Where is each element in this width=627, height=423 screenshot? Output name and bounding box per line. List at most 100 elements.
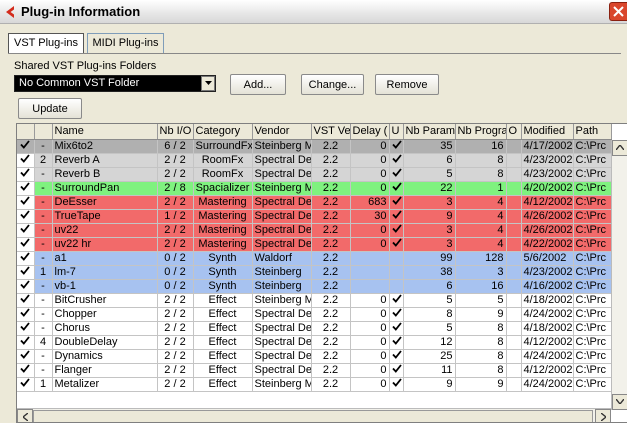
plugin-row[interactable]: -uv222 / 2MasteringSpectral Desig2.20344… [17, 223, 612, 238]
io-cell: 2 / 2 [157, 321, 194, 336]
check-icon [20, 140, 30, 152]
vendor-cell: Steinberg [252, 279, 312, 294]
check-icon [391, 350, 402, 362]
plugin-row[interactable]: -Chopper2 / 2EffectSpectral Desig2.20894… [17, 307, 612, 322]
horizontal-scrollbar[interactable] [17, 408, 611, 422]
category-cell: Effect [193, 321, 253, 336]
close-button[interactable] [609, 2, 627, 21]
category-cell: RoomFx [193, 153, 253, 168]
vertical-scrollbar[interactable] [611, 140, 627, 410]
enable-checkbox[interactable] [17, 237, 35, 252]
enable-checkbox[interactable] [17, 279, 35, 294]
plugin-row[interactable]: -BitCrusher2 / 2EffectSteinberg Med2.205… [17, 293, 612, 308]
enable-checkbox[interactable] [17, 293, 35, 308]
column-header[interactable]: Category [193, 124, 253, 140]
path-cell: C:\Prc [573, 153, 612, 168]
scroll-right-icon[interactable] [595, 409, 611, 422]
column-header[interactable]: O [506, 124, 522, 140]
column-header[interactable]: VST Ve [311, 124, 351, 140]
plugin-row[interactable]: -Reverb B2 / 2RoomFxSpectral Desig2.2058… [17, 167, 612, 182]
enable-checkbox[interactable] [17, 335, 35, 350]
tab-vst-plugins[interactable]: VST Plug-ins [8, 33, 84, 54]
plugin-row[interactable]: -Dynamics2 / 2EffectSpectral Desig2.20 25… [17, 349, 612, 364]
instance-count-cell: - [34, 237, 53, 252]
io-cell: 2 / 2 [157, 237, 194, 252]
io-cell: 2 / 2 [157, 293, 194, 308]
enable-checkbox[interactable] [17, 349, 35, 364]
enable-checkbox[interactable] [17, 167, 35, 182]
check-icon [391, 224, 402, 236]
column-header[interactable] [34, 124, 53, 140]
plugin-row[interactable]: -TrueTape1 / 2MasteringSpectral Desig2.2… [17, 209, 612, 224]
category-cell: Effect [193, 377, 253, 392]
enable-checkbox[interactable] [17, 153, 35, 168]
programs-cell: 8 [455, 321, 507, 336]
vst-version-cell: 2.2 [311, 265, 351, 280]
programs-cell: 4 [455, 209, 507, 224]
column-header[interactable]: Modified [521, 124, 574, 140]
scroll-up-icon[interactable] [612, 140, 627, 156]
plugin-row[interactable]: -Chorus2 / 2EffectSpectral Desig2.2058 4/… [17, 321, 612, 336]
column-header[interactable]: Delay ( [350, 124, 390, 140]
enable-checkbox[interactable] [17, 251, 35, 266]
column-header[interactable]: Name [52, 124, 158, 140]
u-cell [389, 335, 404, 350]
instance-count-cell: - [34, 321, 53, 336]
column-header[interactable]: Nb I/O [157, 124, 194, 140]
enable-checkbox[interactable] [17, 307, 35, 322]
enable-checkbox[interactable] [17, 139, 35, 154]
column-header[interactable]: Nb Params [403, 124, 456, 140]
o-cell [506, 335, 522, 350]
add-button[interactable]: Add... [230, 74, 286, 95]
plugin-row[interactable]: 2Reverb A2 / 2RoomFxSpectral Desig2.2068… [17, 153, 612, 168]
plugin-row[interactable]: 4DoubleDelay2 / 2EffectSpectral Desig2.2… [17, 335, 612, 350]
change-button[interactable]: Change... [301, 74, 364, 95]
enable-checkbox[interactable] [17, 363, 35, 378]
instance-count-cell: - [34, 349, 53, 364]
tab-midi-plugins[interactable]: MIDI Plug-ins [87, 33, 164, 53]
modified-cell: 4/18/2002 [521, 321, 574, 336]
column-header[interactable]: Nb Progra [455, 124, 507, 140]
programs-cell: 5 [455, 293, 507, 308]
column-header[interactable]: U [389, 124, 404, 140]
plugin-row[interactable]: -Flanger2 / 2EffectSpectral Desig2.20 118… [17, 363, 612, 378]
remove-button[interactable]: Remove [375, 74, 439, 95]
path-cell: C:\Prc [573, 279, 612, 294]
modified-cell: 4/24/2002 [521, 307, 574, 322]
scroll-thumb[interactable] [33, 410, 593, 422]
plugin-row[interactable]: - a1 0 / 2 Synth Waldorf 2.2 99 128 5/6/2002 C:\P… [17, 251, 612, 266]
params-cell: 35 [403, 139, 456, 154]
check-icon [20, 238, 30, 250]
plugin-row[interactable]: -Mix6to26 / 2SurroundFxSteinberg Med2.20… [17, 139, 612, 154]
enable-checkbox[interactable] [17, 377, 35, 392]
programs-cell: 9 [455, 377, 507, 392]
scroll-left-icon[interactable] [17, 409, 33, 422]
o-cell [506, 251, 522, 266]
vst-version-cell: 2.2 [311, 167, 351, 182]
shared-folder-select[interactable]: No Common VST Folder [14, 75, 216, 92]
plugin-row[interactable]: -uv22 hr2 / 2MasteringSpectral Desig2.20… [17, 237, 612, 252]
check-icon [391, 364, 402, 376]
column-header[interactable]: Path [573, 124, 612, 140]
plugin-row[interactable]: -SurroundPan2 / 8SpacializerSteinberg Me… [17, 181, 612, 196]
params-cell: 99 [403, 251, 456, 266]
plugin-row[interactable]: 1Metalizer2 / 2EffectSteinberg Med2.2099… [17, 377, 612, 392]
enable-checkbox[interactable] [17, 223, 35, 238]
dropdown-arrow-icon[interactable] [201, 76, 215, 91]
enable-checkbox[interactable] [17, 209, 35, 224]
check-icon [20, 154, 30, 166]
update-button[interactable]: Update [18, 98, 82, 119]
window-title: Plug-in Information [21, 4, 141, 19]
column-header[interactable] [17, 124, 35, 140]
column-header[interactable]: Vendor [252, 124, 312, 140]
vendor-cell: Steinberg Med [252, 377, 312, 392]
enable-checkbox[interactable] [17, 321, 35, 336]
plugin-row[interactable]: -DeEsser2 / 2MasteringSpectral Desig2.26… [17, 195, 612, 210]
enable-checkbox[interactable] [17, 265, 35, 280]
enable-checkbox[interactable] [17, 181, 35, 196]
plugin-row[interactable]: 1 lm-7 0 / 2 Synth Steinberg 2.2 38 3 4/23/2002 C… [17, 265, 612, 280]
vendor-cell: Steinberg Med [252, 139, 312, 154]
plugin-row[interactable]: - vb-1 0 / 2 Synth Steinberg 2.2 6 16 4/16/2002 C… [17, 279, 612, 294]
scroll-down-icon[interactable] [612, 394, 627, 410]
enable-checkbox[interactable] [17, 195, 35, 210]
